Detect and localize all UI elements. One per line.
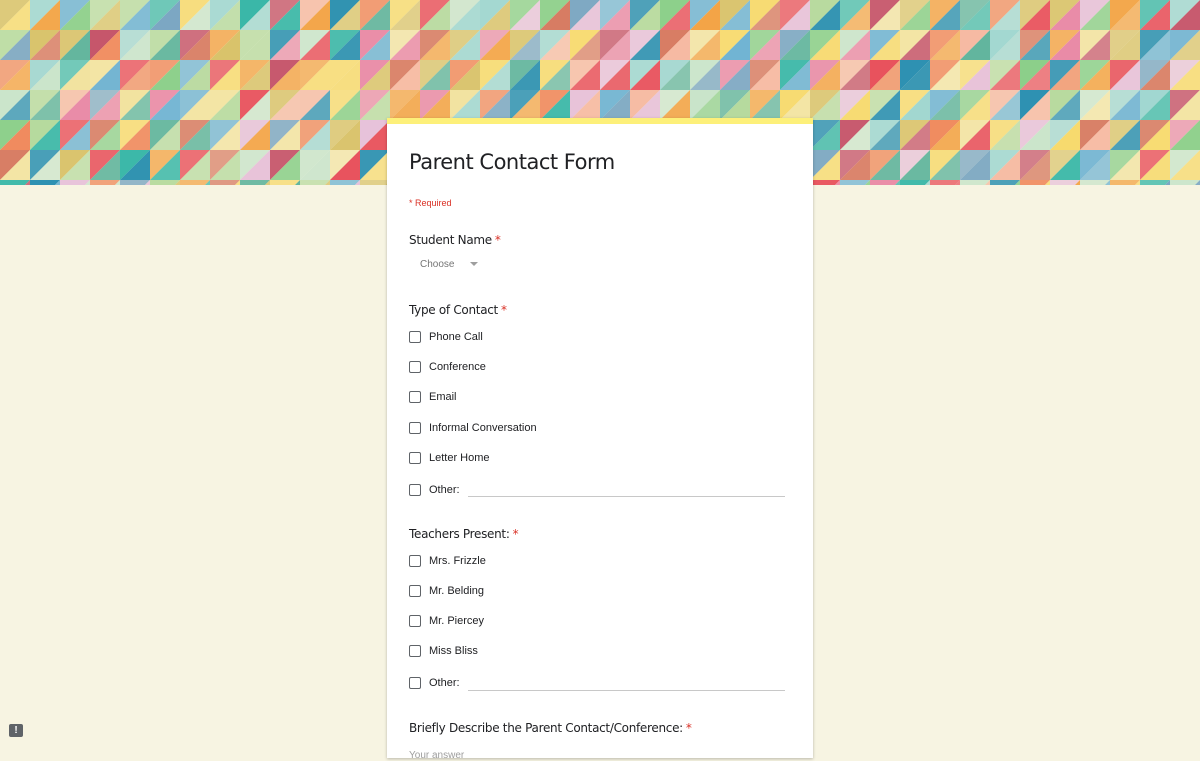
contact-other-input[interactable]	[468, 496, 785, 497]
required-star: *	[494, 233, 501, 247]
banner-tile	[1170, 180, 1200, 185]
banner-tile	[930, 180, 960, 185]
dropdown-value: Choose	[420, 258, 455, 270]
banner-tile	[810, 180, 840, 185]
student-name-dropdown[interactable]: Choose	[409, 253, 489, 275]
banner-tile	[1050, 180, 1080, 185]
required-star: *	[500, 303, 507, 317]
report-problem-icon[interactable]: !	[9, 724, 23, 737]
option-miss-bliss[interactable]: Miss Bliss	[409, 642, 478, 660]
required-note: * Required	[409, 198, 452, 208]
option-letter-home[interactable]: Letter Home	[409, 449, 490, 467]
banner-tile	[30, 180, 60, 185]
option-mr-belding[interactable]: Mr. Belding	[409, 582, 484, 600]
banner-tile	[90, 180, 120, 185]
teachers-present-label: Teachers Present:	[409, 527, 510, 541]
banner-tile	[1110, 180, 1140, 185]
option-label: Other:	[429, 484, 460, 496]
required-star: *	[512, 527, 519, 541]
checkbox[interactable]	[409, 585, 421, 597]
banner-tile	[240, 180, 270, 185]
option-label: Letter Home	[429, 452, 490, 464]
option-label: Conference	[429, 361, 486, 373]
banner-tile	[900, 180, 930, 185]
checkbox[interactable]	[409, 361, 421, 373]
banner-tile	[1140, 180, 1170, 185]
option-phone-call[interactable]: Phone Call	[409, 328, 483, 346]
banner-tile	[1020, 180, 1050, 185]
checkbox[interactable]	[409, 677, 421, 689]
type-of-contact-question: Type of Contact *	[409, 303, 507, 317]
banner-tile	[0, 180, 30, 185]
option-label: Mrs. Frizzle	[429, 555, 486, 567]
description-label: Briefly Describe the Parent Contact/Conf…	[409, 721, 683, 735]
banner-tile	[150, 180, 180, 185]
student-name-question: Student Name *	[409, 233, 501, 247]
description-answer-input[interactable]: Your answer	[409, 750, 464, 761]
banner-tile	[1080, 180, 1110, 185]
banner-tile	[180, 180, 210, 185]
banner-tile	[990, 180, 1020, 185]
banner-tile	[960, 180, 990, 185]
banner-tile	[300, 180, 330, 185]
teachers-present-question: Teachers Present: *	[409, 527, 519, 541]
banner-tile	[330, 180, 360, 185]
dropdown-arrow-icon	[470, 262, 479, 266]
banner-tile	[60, 180, 90, 185]
student-name-label: Student Name	[409, 233, 492, 247]
checkbox[interactable]	[409, 331, 421, 343]
required-star: *	[685, 721, 692, 735]
type-of-contact-label: Type of Contact	[409, 303, 498, 317]
checkbox[interactable]	[409, 645, 421, 657]
checkbox[interactable]	[409, 391, 421, 403]
option-teachers-other[interactable]: Other:	[409, 674, 460, 692]
option-informal-conversation[interactable]: Informal Conversation	[409, 419, 537, 437]
option-label: Phone Call	[429, 331, 483, 343]
banner-tile	[210, 180, 240, 185]
option-label: Informal Conversation	[429, 422, 537, 434]
checkbox[interactable]	[409, 615, 421, 627]
banner-tile	[120, 180, 150, 185]
option-label: Email	[429, 391, 457, 403]
option-email[interactable]: Email	[409, 388, 457, 406]
checkbox[interactable]	[409, 452, 421, 464]
form-card: Parent Contact Form * Required Student N…	[387, 118, 813, 761]
teachers-other-input[interactable]	[468, 690, 785, 691]
checkbox[interactable]	[409, 484, 421, 496]
option-label: Mr. Piercey	[429, 615, 485, 627]
option-label: Mr. Belding	[429, 585, 485, 597]
option-mrs-frizzle[interactable]: Mrs. Frizzle	[409, 552, 486, 570]
checkbox[interactable]	[409, 555, 421, 567]
option-mr-piercey[interactable]: Mr. Piercey	[409, 612, 484, 630]
option-contact-other[interactable]: Other:	[409, 481, 460, 499]
option-label: Other:	[429, 677, 460, 689]
banner-tile	[840, 180, 870, 185]
banner-tile	[360, 180, 390, 185]
description-question: Briefly Describe the Parent Contact/Conf…	[409, 721, 692, 735]
checkbox[interactable]	[409, 422, 421, 434]
banner-tile	[270, 180, 300, 185]
form-title: Parent Contact Form	[409, 150, 615, 174]
banner-tile	[870, 180, 900, 185]
option-conference[interactable]: Conference	[409, 358, 486, 376]
option-label: Miss Bliss	[429, 645, 478, 657]
